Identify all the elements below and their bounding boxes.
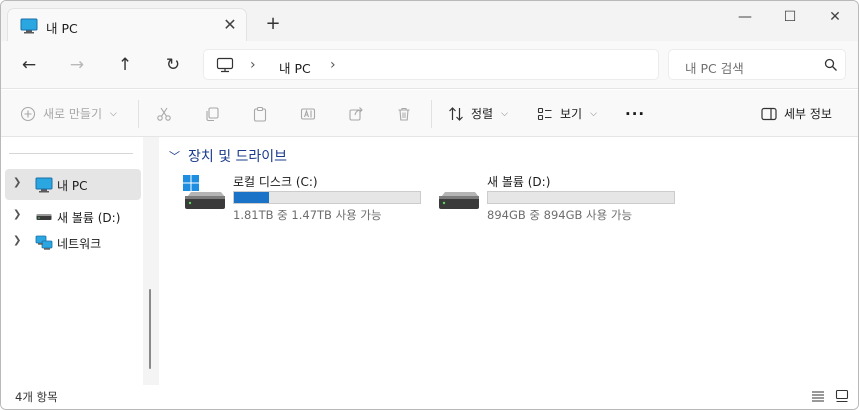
drive-icon xyxy=(35,209,53,228)
sort-icon xyxy=(447,105,465,123)
item-count: 4개 항목 xyxy=(15,390,58,404)
details-pane-button[interactable]: 세부 정보 xyxy=(760,90,832,137)
scrollbar-thumb[interactable] xyxy=(149,289,151,369)
new-tab-button[interactable]: + xyxy=(263,14,283,34)
chevron-right-icon[interactable]: ❯ xyxy=(13,177,21,188)
maximize-button[interactable]: ☐ xyxy=(775,7,805,27)
status-bar: 4개 항목 xyxy=(1,385,858,409)
view-button[interactable]: 보기 ⌵ xyxy=(536,90,597,137)
sidebar-item-label: 내 PC xyxy=(57,179,88,193)
breadcrumb-my-pc[interactable]: 내 PC xyxy=(279,58,311,77)
new-button[interactable]: 새로 만들기 ⌵ xyxy=(19,90,117,137)
rename-icon[interactable] xyxy=(300,90,316,137)
view-list-icon xyxy=(536,105,554,123)
cut-icon[interactable] xyxy=(156,90,172,137)
drive-name: 새 볼륨 (D:) xyxy=(487,175,551,189)
refresh-button[interactable]: ↻ xyxy=(162,54,184,76)
chevron-down-icon: ⌵ xyxy=(590,108,597,119)
divider xyxy=(9,153,133,154)
close-button[interactable]: ✕ xyxy=(820,7,850,27)
tab-label: 내 PC xyxy=(46,21,78,36)
network-icon xyxy=(35,235,53,254)
breadcrumb-chevron-icon[interactable]: › xyxy=(250,57,256,73)
chevron-down-icon: ⌵ xyxy=(110,108,117,119)
group-title: 장치 및 드라이브 xyxy=(188,149,288,165)
command-bar: 새로 만들기 ⌵ 정렬 ⌵ 보기 ⌵ ··· 세부 정보 xyxy=(1,90,858,137)
divider xyxy=(138,100,139,128)
share-icon[interactable] xyxy=(348,90,364,137)
search-placeholder: 내 PC 검색 xyxy=(685,61,744,76)
sort-button[interactable]: 정렬 ⌵ xyxy=(447,90,508,137)
usage-bar xyxy=(233,191,421,204)
title-bar: 내 PC ✕ + — ☐ ✕ xyxy=(1,1,858,41)
minimize-button[interactable]: — xyxy=(730,7,760,27)
tab-my-pc[interactable]: 내 PC ✕ xyxy=(7,8,247,41)
chevron-down-icon: ﹀ xyxy=(169,150,180,163)
plus-circle-icon xyxy=(19,105,37,123)
sidebar-item-label: 네트워크 xyxy=(57,237,102,251)
view-button-label: 보기 xyxy=(560,107,583,121)
chevron-right-icon[interactable]: ❯ xyxy=(13,209,21,220)
sidebar-item-network[interactable]: ❯ 네트워크 xyxy=(5,227,141,258)
tab-close-icon[interactable]: ✕ xyxy=(220,15,240,35)
new-button-label: 새로 만들기 xyxy=(43,107,103,121)
drive-tile-c[interactable]: 로컬 디스크 (C:) 1.81TB 중 1.47TB 사용 가능 xyxy=(179,171,429,225)
windows-drive-icon xyxy=(183,175,227,216)
divider xyxy=(431,100,432,128)
chevron-right-icon[interactable]: ❯ xyxy=(13,235,21,246)
drive-icon xyxy=(437,175,481,216)
usage-bar-fill xyxy=(234,192,270,203)
delete-icon[interactable] xyxy=(396,90,412,137)
more-options-icon[interactable]: ··· xyxy=(625,90,645,137)
drive-free-space: 1.81TB 중 1.47TB 사용 가능 xyxy=(233,208,382,222)
forward-button[interactable]: → xyxy=(66,54,88,76)
navigation-pane: ❯ 내 PC ❯ 새 볼륨 (D:) ❯ 네트워크 xyxy=(1,137,143,385)
copy-icon[interactable] xyxy=(204,90,220,137)
breadcrumb-chevron-icon[interactable]: › xyxy=(330,57,336,73)
monitor-icon xyxy=(216,57,234,76)
up-button[interactable]: ↑ xyxy=(114,54,136,76)
details-pane-label: 세부 정보 xyxy=(784,107,832,121)
search-box[interactable]: 내 PC 검색 xyxy=(668,49,846,80)
search-icon[interactable] xyxy=(824,58,838,75)
usage-bar xyxy=(487,191,675,204)
sidebar-scrollbar[interactable] xyxy=(143,137,159,385)
back-button[interactable]: ← xyxy=(18,54,40,76)
group-header[interactable]: ﹀ 장치 및 드라이브 xyxy=(169,146,287,166)
pc-icon xyxy=(35,177,53,196)
sort-button-label: 정렬 xyxy=(471,107,494,121)
drive-free-space: 894GB 중 894GB 사용 가능 xyxy=(487,208,633,222)
pc-icon xyxy=(20,18,38,37)
chevron-down-icon: ⌵ xyxy=(501,108,508,119)
content-pane: ﹀ 장치 및 드라이브 로컬 디스크 (C:) 1.81TB 중 1.47TB … xyxy=(159,137,858,385)
explorer-window: 내 PC ✕ + — ☐ ✕ ← → ↑ ↻ › 내 PC › 내 PC 검색 xyxy=(0,0,859,410)
sidebar-item-my-pc[interactable]: ❯ 내 PC xyxy=(5,169,141,200)
sidebar-item-label: 새 볼륨 (D:) xyxy=(57,211,121,225)
details-view-icon[interactable] xyxy=(811,389,827,405)
address-bar[interactable]: › 내 PC › xyxy=(203,49,659,80)
tiles-view-icon[interactable] xyxy=(835,389,851,405)
navigation-bar: ← → ↑ ↻ › 내 PC › 내 PC 검색 xyxy=(1,41,858,89)
drive-name: 로컬 디스크 (C:) xyxy=(233,175,318,189)
paste-icon[interactable] xyxy=(252,90,268,137)
drive-tile-d[interactable]: 새 볼륨 (D:) 894GB 중 894GB 사용 가능 xyxy=(433,171,683,225)
details-pane-icon xyxy=(760,105,778,123)
